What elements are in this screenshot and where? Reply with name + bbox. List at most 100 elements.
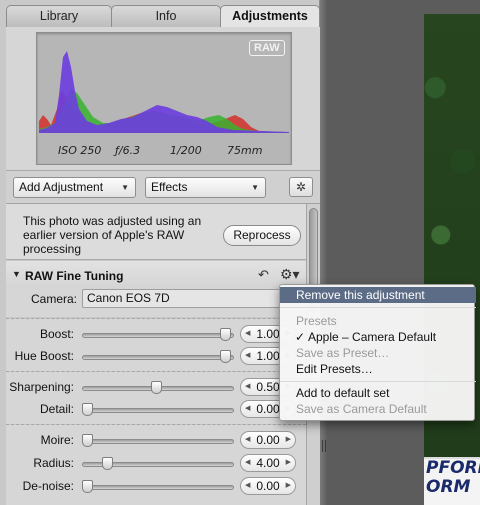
exif-aperture: ƒ/6.3: [115, 144, 141, 157]
histogram: RAW ISO 250 ƒ/6.3 1/200 75mm: [36, 32, 292, 165]
raw-fine-tuning-title: RAW Fine Tuning: [25, 269, 124, 283]
radius-stepper[interactable]: ◀ 4.00 ▶: [240, 454, 296, 472]
menu-item-preset-apple-camera-default[interactable]: ✓ Apple – Camera Default: [280, 329, 476, 345]
denoise-label: De-noise:: [22, 479, 74, 493]
effects-label: Effects: [151, 180, 188, 194]
decrement-icon[interactable]: ◀: [245, 326, 250, 342]
boost-slider-track[interactable]: [82, 333, 234, 338]
reprocess-button[interactable]: Reprocess: [223, 225, 301, 246]
menu-separator: [280, 381, 476, 382]
decrement-icon[interactable]: ◀: [245, 401, 250, 417]
sharpening-label: Sharpening:: [9, 380, 74, 394]
decrement-icon[interactable]: ◀: [245, 432, 250, 448]
moire-slider-track[interactable]: [82, 439, 234, 444]
tab-info[interactable]: Info: [111, 5, 221, 27]
menu-item-save-as-preset: Save as Preset…: [296, 346, 390, 360]
reprocess-notice-text: This photo was adjusted using an earlier…: [23, 214, 202, 256]
decrement-icon[interactable]: ◀: [245, 379, 250, 395]
boost-group: Boost: ◀ 1.00 ▶ Hue Boost: ◀ 1.00 ▶: [6, 319, 306, 371]
undo-icon[interactable]: ↶: [258, 267, 269, 283]
boost-value: 1.00: [256, 327, 280, 341]
denoise-row: De-noise: ◀ 0.00 ▶: [6, 475, 306, 497]
hue-boost-value: 1.00: [256, 349, 280, 363]
moire-value: 0.00: [256, 433, 280, 447]
sharpening-value: 0.50: [256, 380, 280, 394]
auto-enhance-button[interactable]: ✲: [289, 177, 313, 197]
exif-info: ISO 250 ƒ/6.3 1/200 75mm: [37, 139, 291, 163]
checkmark-icon: ✓: [295, 330, 306, 344]
sharpening-group: Sharpening: ◀ 0.50 ▶ Detail: ◀ 0.00 ▶: [6, 372, 306, 424]
raw-badge: RAW: [249, 40, 285, 56]
exif-focal-length: 75mm: [227, 144, 263, 157]
tab-library[interactable]: Library: [6, 5, 112, 27]
add-adjustment-popup[interactable]: Add Adjustment ▼: [13, 177, 136, 198]
radius-slider-knob[interactable]: [102, 457, 113, 470]
resize-grip-icon[interactable]: [322, 440, 326, 452]
moire-slider-knob[interactable]: [82, 434, 93, 447]
adjustment-action-menu: Remove this adjustment Presets ✓ Apple –…: [279, 284, 476, 421]
menu-item-remove-adjustment[interactable]: Remove this adjustment: [280, 287, 476, 303]
add-adjustment-label: Add Adjustment: [19, 180, 104, 194]
menu-header-presets: Presets: [296, 314, 337, 328]
photo-viewer: PFORM ORM: [328, 0, 480, 505]
photo-sign-line1: PFORM: [426, 458, 480, 478]
detail-slider-knob[interactable]: [82, 403, 93, 416]
reprocess-notice: This photo was adjusted using an earlier…: [6, 204, 306, 260]
decrement-icon[interactable]: ◀: [245, 348, 250, 364]
increment-icon[interactable]: ▶: [286, 432, 291, 448]
photo-sign: PFORM ORM: [424, 457, 480, 505]
increment-icon[interactable]: ▶: [286, 455, 291, 471]
hue-boost-label: Hue Boost:: [14, 349, 74, 363]
detail-value: 0.00: [256, 402, 280, 416]
hue-boost-row: Hue Boost: ◀ 1.00 ▶: [6, 345, 306, 367]
moire-group: Moire: ◀ 0.00 ▶ Radius: ◀ 4.00 ▶ De-nois…: [6, 425, 306, 505]
camera-label: Camera:: [31, 292, 78, 306]
denoise-slider-knob[interactable]: [82, 480, 93, 493]
denoise-value: 0.00: [256, 479, 280, 493]
exif-iso: ISO 250: [58, 144, 102, 157]
detail-slider-track[interactable]: [82, 408, 234, 413]
radius-row: Radius: ◀ 4.00 ▶: [6, 452, 306, 474]
magic-wand-icon: ✲: [295, 180, 307, 194]
moire-stepper[interactable]: ◀ 0.00 ▶: [240, 431, 296, 449]
menu-item-add-to-default-set[interactable]: Add to default set: [280, 385, 476, 401]
raw-fine-tuning-header[interactable]: ▼ RAW Fine Tuning ↶ ⚙▾: [6, 261, 306, 289]
moire-row: Moire: ◀ 0.00 ▶: [6, 429, 306, 451]
menu-item-edit-presets[interactable]: Edit Presets…: [280, 361, 476, 377]
effects-popup[interactable]: Effects ▼: [145, 177, 266, 198]
menu-separator: [280, 307, 476, 308]
sharpening-row: Sharpening: ◀ 0.50 ▶: [6, 376, 306, 398]
histogram-blue-channel: [39, 51, 289, 133]
chevron-down-icon: ▼: [251, 183, 259, 192]
inspector-tabs: Library Info Adjustments: [6, 5, 320, 27]
photo-sign-line2: ORM: [426, 477, 471, 497]
increment-icon[interactable]: ▶: [286, 478, 291, 494]
sharpening-slider-knob[interactable]: [151, 381, 162, 394]
menu-item-save-as-camera-default: Save as Camera Default: [296, 402, 427, 416]
pane-divider[interactable]: [320, 0, 328, 505]
boost-label: Boost:: [39, 327, 74, 341]
tab-adjustments[interactable]: Adjustments: [220, 5, 320, 27]
hue-boost-slider-track[interactable]: [82, 355, 234, 360]
camera-row: Camera: Canon EOS 7D: [6, 289, 306, 317]
boost-slider-knob[interactable]: [220, 328, 231, 341]
denoise-slider-track[interactable]: [82, 485, 234, 490]
boost-row: Boost: ◀ 1.00 ▶: [6, 323, 306, 345]
chevron-down-icon: ▼: [121, 183, 129, 192]
moire-label: Moire:: [40, 433, 74, 447]
hue-boost-slider-knob[interactable]: [220, 350, 231, 363]
inspector-panel: Library Info Adjustments RAW ISO 250 ƒ/6…: [0, 0, 320, 505]
radius-label: Radius:: [33, 456, 74, 470]
disclosure-triangle-icon[interactable]: ▼: [12, 269, 21, 279]
detail-row: Detail: ◀ 0.00 ▶: [6, 398, 306, 420]
decrement-icon[interactable]: ◀: [245, 455, 250, 471]
exif-shutter: 1/200: [170, 144, 202, 157]
denoise-stepper[interactable]: ◀ 0.00 ▶: [240, 477, 296, 495]
camera-field[interactable]: Canon EOS 7D: [82, 289, 306, 308]
radius-value: 4.00: [256, 456, 280, 470]
gear-icon[interactable]: ⚙▾: [280, 266, 300, 283]
photo-image[interactable]: PFORM ORM: [424, 14, 480, 505]
detail-label: Detail:: [39, 402, 74, 416]
menu-item-preset-apple-label: Apple – Camera Default: [308, 330, 437, 344]
decrement-icon[interactable]: ◀: [245, 478, 250, 494]
